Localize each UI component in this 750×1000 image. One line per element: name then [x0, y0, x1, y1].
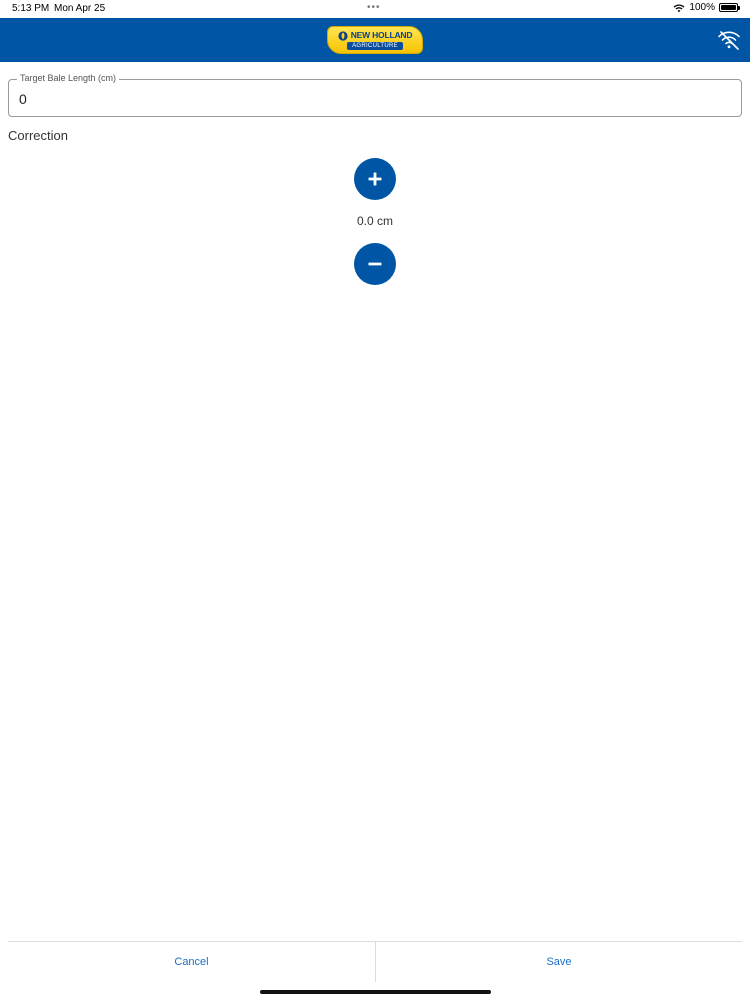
- multitasking-dots[interactable]: •••: [367, 2, 381, 13]
- save-button[interactable]: Save: [376, 942, 742, 982]
- offline-status-button[interactable]: [716, 28, 742, 52]
- new-holland-logo: NEW HOLLAND AGRICULTURE: [327, 26, 423, 54]
- minus-icon: [368, 262, 382, 266]
- decrease-correction-button[interactable]: [354, 243, 396, 285]
- correction-label: Correction: [8, 128, 68, 143]
- leaf-logo-icon: [338, 30, 348, 41]
- battery-percentage: 100%: [689, 2, 715, 13]
- status-indicators: 100%: [673, 2, 740, 13]
- status-bar: 5:13 PM Mon Apr 25 ••• 100%: [0, 0, 750, 18]
- target-bale-length-field: Target Bale Length (cm): [8, 73, 742, 117]
- wifi-off-icon: [718, 31, 740, 50]
- correction-value: 0.0 cm: [356, 214, 393, 228]
- app-header: NEW HOLLAND AGRICULTURE: [0, 18, 750, 62]
- increase-correction-button[interactable]: [354, 158, 396, 200]
- plus-icon: [368, 172, 382, 186]
- home-indicator[interactable]: [260, 990, 491, 994]
- battery-icon: [719, 3, 740, 12]
- logo-subtitle: AGRICULTURE: [347, 41, 403, 50]
- status-time: 5:13 PM: [12, 3, 50, 14]
- target-bale-length-label: Target Bale Length (cm): [17, 73, 120, 83]
- cancel-button[interactable]: Cancel: [8, 942, 375, 982]
- target-bale-length-input[interactable]: [19, 89, 719, 109]
- wifi-icon: [673, 3, 685, 12]
- logo-name: NEW HOLLAND: [350, 30, 413, 40]
- status-date: Mon Apr 25: [54, 3, 106, 14]
